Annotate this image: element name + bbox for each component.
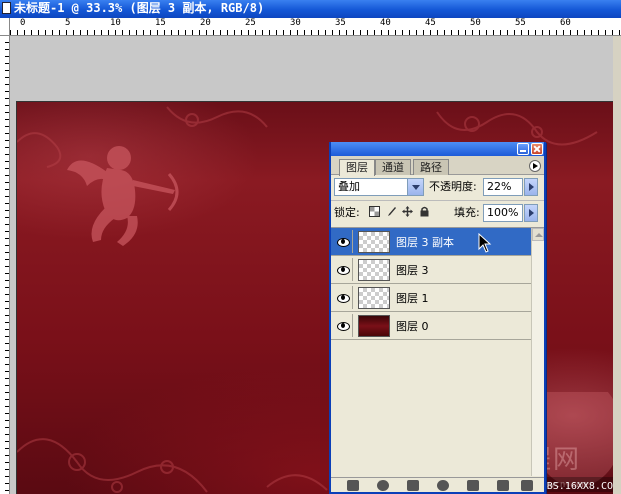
opacity-input[interactable]: 22%	[483, 178, 523, 196]
lock-move-icon[interactable]	[402, 206, 413, 217]
palette-bottom-bar	[331, 477, 544, 492]
window-title: 未标题-1 @ 33.3% (图层 3 副本, RGB/8)	[14, 1, 265, 15]
layer-style-icon[interactable]	[377, 480, 389, 491]
ruler-label: 55	[515, 18, 526, 28]
document-icon	[2, 2, 11, 14]
layer-thumbnail	[358, 231, 390, 253]
vertical-ruler[interactable]	[0, 36, 10, 494]
blend-mode-value: 叠加	[338, 180, 360, 193]
window-edge	[613, 36, 621, 494]
layer-name: 图层 1	[396, 292, 429, 305]
layer-row[interactable]: 图层 3 副本	[331, 228, 544, 256]
close-icon[interactable]	[531, 143, 543, 155]
ruler-ticks	[10, 30, 621, 35]
fill-slider-button[interactable]	[524, 204, 538, 222]
layers-palette[interactable]: 图层 通道 路径 叠加 不透明度: 22% 锁定: 填充: 100% 图层 3 …	[329, 142, 546, 494]
ruler-label: 30	[290, 18, 301, 28]
blend-opacity-row: 叠加 不透明度: 22%	[331, 175, 544, 197]
horizontal-ruler[interactable]: 0 5 10 15 20 25 30 35 40 45 50 55 60	[0, 18, 621, 36]
chevron-down-icon[interactable]	[407, 179, 423, 195]
ruler-label: 45	[425, 18, 436, 28]
ruler-label: 10	[110, 18, 121, 28]
ruler-label: 15	[155, 18, 166, 28]
layers-list: 图层 3 副本 图层 3 图层 1 图层 0	[331, 227, 544, 476]
eye-icon[interactable]	[333, 286, 353, 309]
cursor-icon	[478, 233, 492, 253]
delete-layer-icon[interactable]	[521, 480, 533, 491]
opacity-slider-button[interactable]	[524, 178, 538, 196]
ruler-corner[interactable]	[0, 18, 10, 35]
ruler-label: 60	[560, 18, 571, 28]
blend-mode-select[interactable]: 叠加	[334, 178, 424, 196]
tab-channels[interactable]: 通道	[375, 159, 411, 175]
lock-brush-icon[interactable]	[386, 206, 397, 217]
adjustment-layer-icon[interactable]	[437, 480, 449, 491]
layer-name: 图层 0	[396, 320, 429, 333]
link-layers-icon[interactable]	[347, 480, 359, 491]
palette-title-bar[interactable]	[331, 142, 544, 156]
add-mask-icon[interactable]	[407, 480, 419, 491]
tab-paths[interactable]: 路径	[413, 159, 449, 175]
eye-icon[interactable]	[333, 230, 353, 253]
window-title-bar[interactable]: 未标题-1 @ 33.3% (图层 3 副本, RGB/8)	[0, 0, 621, 18]
eye-icon[interactable]	[333, 258, 353, 281]
layer-thumbnail	[358, 259, 390, 281]
opacity-label: 不透明度:	[429, 180, 477, 193]
ruler-label: 40	[380, 18, 391, 28]
layer-row[interactable]: 图层 3	[331, 256, 544, 284]
new-layer-icon[interactable]	[497, 480, 509, 491]
ruler-label: 35	[335, 18, 346, 28]
layer-name: 图层 3 副本	[396, 236, 454, 249]
ruler-label: 0	[20, 18, 26, 28]
menu-arrow-icon[interactable]	[529, 160, 541, 172]
layer-name: 图层 3	[396, 264, 429, 277]
minimize-icon[interactable]	[517, 143, 529, 155]
fill-input[interactable]: 100%	[483, 204, 523, 222]
ruler-label: 50	[470, 18, 481, 28]
layer-row[interactable]: 图层 1	[331, 284, 544, 312]
ruler-label: 25	[245, 18, 256, 28]
lock-fill-row: 锁定: 填充: 100%	[331, 200, 544, 224]
lock-all-icon[interactable]	[419, 206, 430, 217]
layer-thumbnail	[358, 315, 390, 337]
lock-transparency-icon[interactable]	[369, 206, 380, 217]
ruler-label: 20	[200, 18, 211, 28]
layers-scrollbar[interactable]	[531, 228, 544, 476]
tab-layers[interactable]: 图层	[339, 159, 375, 176]
fill-label: 填充:	[454, 206, 480, 219]
scroll-up-icon[interactable]	[532, 228, 544, 241]
new-group-icon[interactable]	[467, 480, 479, 491]
ruler-label: 5	[65, 18, 71, 28]
layer-row[interactable]: 图层 0	[331, 312, 544, 340]
layer-thumbnail	[358, 287, 390, 309]
palette-tabs: 图层 通道 路径	[331, 156, 544, 176]
eye-icon[interactable]	[333, 314, 353, 337]
photoshop-window: 未标题-1 @ 33.3% (图层 3 副本, RGB/8) 0 5 10 15…	[0, 0, 621, 494]
lock-label: 锁定:	[334, 206, 360, 219]
